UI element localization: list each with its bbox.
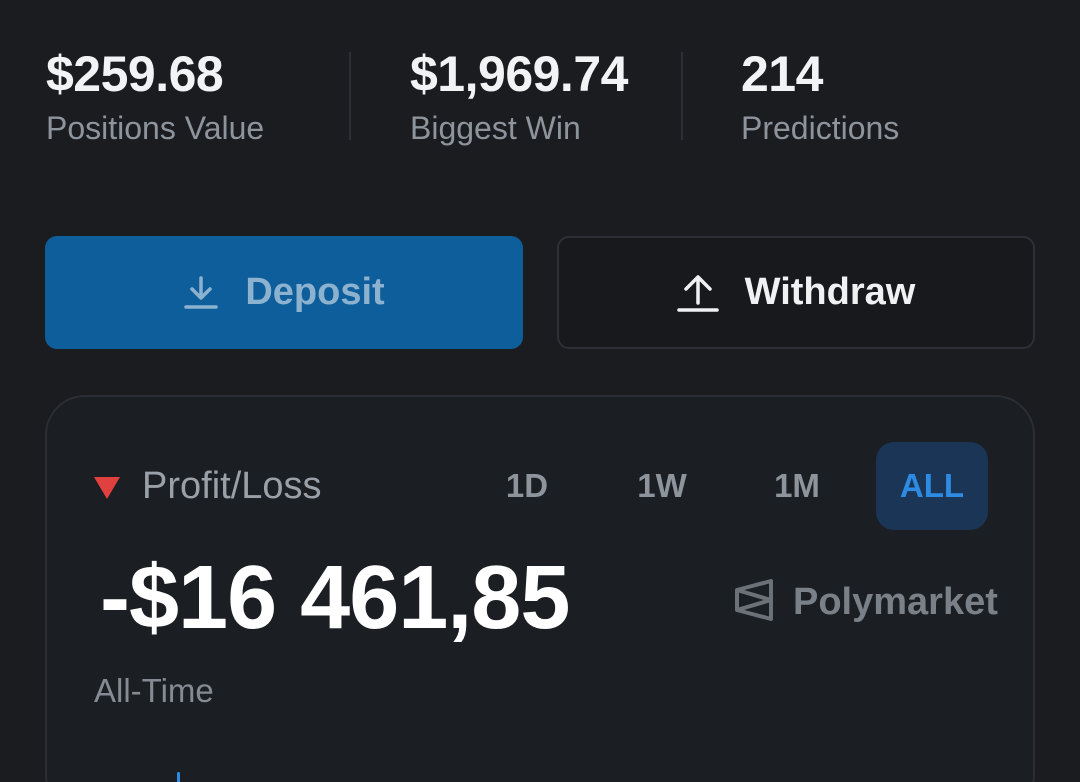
brand-name: Polymarket (793, 581, 998, 623)
stat-positions-value: $259.68 Positions Value (46, 46, 264, 148)
stat-label: Predictions (741, 110, 900, 146)
deposit-label: Deposit (245, 271, 385, 313)
stat-value: $259.68 (46, 46, 224, 102)
profit-loss-value: -$16 461,85 (100, 548, 570, 648)
polymarket-brand: Polymarket (733, 578, 998, 627)
polymarket-logo-icon (733, 578, 775, 627)
range-tab-1m[interactable]: 1M (765, 442, 829, 530)
stat-predictions: 214 Predictions (741, 46, 899, 148)
stat-label: Biggest Win (410, 110, 581, 146)
stat-biggest-win: $1,969.74 Biggest Win (410, 46, 628, 148)
trend-down-icon (94, 476, 120, 499)
withdraw-button[interactable]: Withdraw (557, 236, 1035, 349)
download-icon (183, 275, 219, 311)
stats-row: $259.68 Positions Value $1,969.74 Bigges… (46, 46, 1034, 156)
profit-loss-title: Profit/Loss (142, 465, 322, 507)
stat-value: 214 (741, 46, 823, 102)
withdraw-label: Withdraw (744, 271, 916, 313)
period-label: All-Time (94, 672, 214, 709)
chart-line-start (177, 772, 180, 782)
stat-value: $1,969.74 (410, 46, 628, 102)
stat-divider (681, 52, 683, 140)
upload-icon (676, 273, 719, 313)
profit-loss-header: Profit/Loss (94, 465, 322, 508)
portfolio-screen: $259.68 Positions Value $1,969.74 Bigges… (0, 0, 1080, 782)
range-tab-1d[interactable]: 1D (497, 442, 557, 530)
stat-label: Positions Value (46, 110, 265, 146)
deposit-button[interactable]: Deposit (45, 236, 523, 349)
range-tab-1w[interactable]: 1W (630, 442, 694, 530)
range-tab-all[interactable]: ALL (876, 442, 988, 530)
stat-divider (349, 52, 351, 140)
